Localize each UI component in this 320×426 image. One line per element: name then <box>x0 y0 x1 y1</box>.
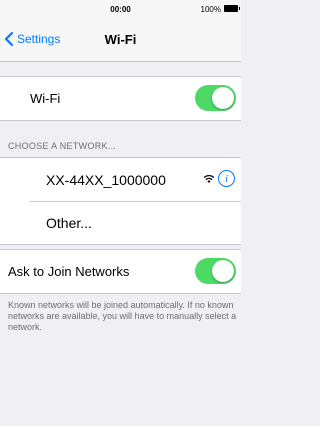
page-title: Wi-Fi <box>104 32 137 47</box>
toggle-knob <box>212 260 234 282</box>
other-network-label: Other... <box>46 214 92 231</box>
battery-full-icon <box>224 5 240 12</box>
wifi-row: Wi-Fi <box>0 77 241 120</box>
toggle-knob <box>212 87 234 109</box>
networks-group: XX-44XX_1000000 i Other... <box>0 157 241 245</box>
ask-to-join-group: Ask to Join Networks <box>0 249 241 294</box>
wifi-toggle[interactable] <box>195 85 236 111</box>
wifi-signal-icon <box>203 175 215 183</box>
network-name: XX-44XX_1000000 <box>46 171 166 188</box>
choose-network-header: CHOOSE A NETWORK... <box>8 141 117 151</box>
ask-to-join-note: Known networks will be joined automatica… <box>8 300 237 332</box>
navigation-bar: Settings Wi-Fi <box>0 18 241 62</box>
info-icon[interactable]: i <box>218 170 235 187</box>
ask-to-join-toggle[interactable] <box>195 258 236 284</box>
network-row[interactable]: XX-44XX_1000000 i <box>0 158 241 201</box>
battery-percent: 100% <box>200 5 221 14</box>
wifi-label: Wi-Fi <box>30 91 61 106</box>
wifi-settings-screen: 00:00 100% Settings Wi-Fi Wi-Fi CHOOSE A… <box>0 0 241 426</box>
ask-to-join-row: Ask to Join Networks <box>0 250 241 293</box>
wifi-toggle-group: Wi-Fi <box>0 76 241 121</box>
status-bar: 00:00 100% <box>0 0 241 18</box>
ask-to-join-label: Ask to Join Networks <box>8 264 130 279</box>
other-network-row[interactable]: Other... <box>0 201 241 244</box>
